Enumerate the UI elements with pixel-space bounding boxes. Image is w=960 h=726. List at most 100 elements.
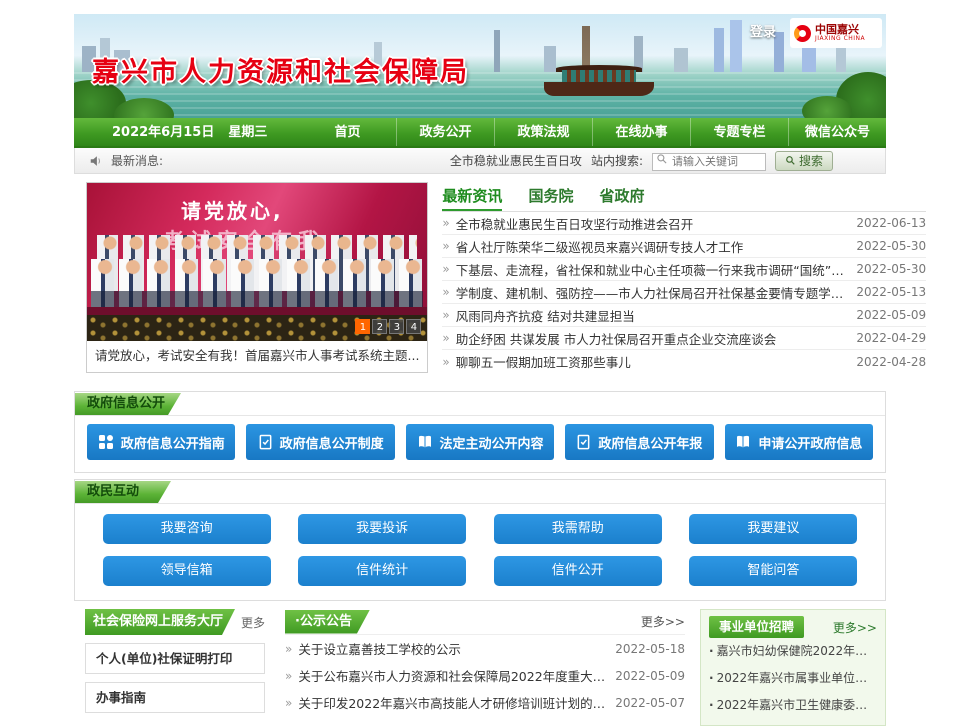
- site-banner: 嘉兴市人力资源和社会保障局 登录 中国嘉兴 JIAXING CHINA: [74, 14, 886, 118]
- main-navbar: 2022年6月15日星期三 首页 政务公开 政策法规 在线办事 专题专栏 微信公…: [74, 118, 886, 148]
- photo-slider[interactable]: 请党放心, 考试安全有我 1 2 3 4 请党放心，考试安全有我！首届嘉兴市人事…: [86, 182, 428, 373]
- recruitment-item[interactable]: 2022年嘉兴市属事业单位公开...: [709, 665, 877, 692]
- doc-check-icon: [576, 434, 591, 450]
- login-link[interactable]: 登录: [750, 21, 776, 40]
- search-button[interactable]: 搜索: [775, 151, 833, 171]
- more-link[interactable]: 更多>>: [641, 613, 685, 630]
- tab-provincial-gov[interactable]: 省政府: [599, 182, 644, 211]
- doc-check-icon: [258, 434, 273, 450]
- section-title-info-disclosure: 政府信息公开: [75, 393, 181, 415]
- btn-suggestion[interactable]: 我要建议: [689, 514, 857, 544]
- announcement-item[interactable]: » 关于设立嘉善技工学校的公示 2022-05-18: [285, 635, 685, 662]
- search-button-label: 搜索: [799, 152, 823, 169]
- double-arrow-icon: »: [442, 239, 449, 253]
- more-link[interactable]: 更多>>: [833, 619, 877, 636]
- btn-request-disclosure[interactable]: 申请公开政府信息: [725, 424, 873, 460]
- btn-leader-mailbox[interactable]: 领导信箱: [103, 556, 271, 586]
- double-arrow-icon: »: [442, 308, 449, 322]
- nav-item-home[interactable]: 首页: [299, 118, 396, 146]
- news-item[interactable]: » 聊聊五一假期加班工资那些事儿 2022-04-28: [442, 350, 926, 373]
- section-title-social-insurance: 社会保险网上服务大厅: [85, 609, 235, 635]
- double-arrow-icon: »: [442, 285, 449, 299]
- news-ticker-bar: 最新消息: 全市稳就业惠民生百日攻 站内搜索: 搜索: [74, 148, 886, 174]
- slider-page-4[interactable]: 4: [406, 319, 421, 334]
- section-title-recruitment: 事业单位招聘: [709, 616, 804, 638]
- page-container: 嘉兴市人力资源和社会保障局 登录 中国嘉兴 JIAXING CHINA 2022…: [74, 14, 886, 726]
- info-disclosure-section: 政府信息公开 政府信息公开指南 政府信息公开制度: [74, 391, 886, 473]
- search-icon: [785, 155, 796, 166]
- nav-item-online-services[interactable]: 在线办事: [592, 118, 690, 146]
- slide-photo: 请党放心, 考试安全有我 1 2 3 4: [87, 183, 427, 341]
- tree: [802, 96, 852, 118]
- announcement-item[interactable]: » 关于印发2022年嘉兴市高技能人才研修培训班计划的通知 2022-05-07: [285, 689, 685, 716]
- btn-letter-statistics[interactable]: 信件统计: [298, 556, 466, 586]
- ticker-label: 最新消息:: [111, 152, 163, 169]
- btn-consult[interactable]: 我要咨询: [103, 514, 271, 544]
- news-item[interactable]: » 省人社厅陈荣华二级巡视员来嘉兴调研专技人才工作 2022-05-30: [442, 235, 926, 258]
- double-arrow-icon: »: [285, 669, 292, 683]
- nav-item-policies[interactable]: 政策法规: [494, 118, 592, 146]
- tab-latest-news[interactable]: 最新资讯: [442, 182, 502, 211]
- nav-date: 2022年6月15日星期三: [74, 118, 299, 146]
- site-title: 嘉兴市人力资源和社会保障局: [92, 50, 469, 89]
- nav-item-wechat[interactable]: 微信公众号: [788, 118, 886, 146]
- search-icon: [656, 153, 668, 165]
- search-input[interactable]: [652, 153, 766, 171]
- weekday-text: 星期三: [228, 125, 267, 140]
- double-arrow-icon: »: [442, 262, 449, 276]
- red-boat: [544, 62, 654, 96]
- more-link[interactable]: 更多: [241, 614, 265, 631]
- announcements-section: ·公示公告 更多>> » 关于设立嘉善技工学校的公示 2022-05-18 » …: [285, 609, 685, 726]
- service-item-guide[interactable]: 办事指南: [85, 682, 265, 713]
- news-panel: 最新资讯 国务院 省政府 » 全市稳就业惠民生百日攻坚行动推进会召开 2022-…: [442, 182, 940, 373]
- announcement-item[interactable]: » 关于公布嘉兴市人力资源和社会保障局2022年度重大行政决策事... 2022…: [285, 662, 685, 689]
- slider-page-1[interactable]: 1: [355, 319, 370, 334]
- double-arrow-icon: »: [442, 216, 449, 230]
- news-item[interactable]: » 助企纾困 共谋发展 市人力社保局召开重点企业交流座谈会 2022-04-29: [442, 327, 926, 350]
- recruitment-section: 事业单位招聘 更多>> 嘉兴市妇幼保健院2022年公开... 2022年嘉兴市属…: [700, 609, 886, 726]
- btn-disclosure-system[interactable]: 政府信息公开制度: [246, 424, 394, 460]
- tab-state-council[interactable]: 国务院: [528, 182, 573, 211]
- slide-banner-text-1: 请党放心,: [181, 195, 284, 224]
- btn-letter-disclosure[interactable]: 信件公开: [494, 556, 662, 586]
- slider-page-3[interactable]: 3: [389, 319, 404, 334]
- news-item[interactable]: » 全市稳就业惠民生百日攻坚行动推进会召开 2022-06-13: [442, 212, 926, 235]
- date-text: 2022年6月15日: [112, 125, 214, 140]
- service-item-certificate-print[interactable]: 个人(单位)社保证明打印: [85, 643, 265, 674]
- site-search-label: 站内搜索:: [591, 152, 643, 169]
- btn-disclosure-guide[interactable]: 政府信息公开指南: [87, 424, 235, 460]
- slider-caption[interactable]: 请党放心，考试安全有我！首届嘉兴市人事考试系统主题...: [87, 341, 427, 371]
- grid-icon: [98, 434, 114, 450]
- double-arrow-icon: »: [285, 642, 292, 656]
- book-icon: [735, 434, 751, 450]
- section-title-interaction: 政民互动: [75, 481, 171, 503]
- slider-page-2[interactable]: 2: [372, 319, 387, 334]
- btn-annual-report[interactable]: 政府信息公开年报: [565, 424, 713, 460]
- news-item[interactable]: » 下基层、走流程，省社保和就业中心主任项薇一行来我市调研“国统”上线情况 20…: [442, 258, 926, 281]
- speaker-icon: [89, 154, 103, 168]
- nav-item-gov-affairs[interactable]: 政务公开: [396, 118, 494, 146]
- double-arrow-icon: »: [442, 331, 449, 345]
- news-tabs: 最新资讯 国务院 省政府: [442, 182, 926, 212]
- logo-text-en: JIAXING CHINA: [815, 36, 865, 42]
- logo-text-cn: 中国嘉兴: [815, 24, 865, 36]
- slider-pagination: 1 2 3 4: [355, 319, 421, 334]
- btn-need-help[interactable]: 我需帮助: [494, 514, 662, 544]
- section-title-announcements: ·公示公告: [285, 610, 370, 634]
- recruitment-item[interactable]: 2022年嘉兴市卫生健康委员会...: [709, 692, 877, 719]
- social-insurance-section: 社会保险网上服务大厅 更多 个人(单位)社保证明打印 办事指南: [85, 609, 265, 726]
- jiaxing-logo-icon: [794, 25, 811, 42]
- ticker-scroll-text[interactable]: 全市稳就业惠民生百日攻: [450, 152, 582, 169]
- book-icon: [417, 434, 433, 450]
- news-item[interactable]: » 风雨同舟齐抗疫 结对共建显担当 2022-05-09: [442, 304, 926, 327]
- btn-statutory-disclosure[interactable]: 法定主动公开内容: [406, 424, 554, 460]
- interaction-section: 政民互动 我要咨询 我要投诉 我需帮助 我要建议 领导信箱 信件统计 信件公开 …: [74, 479, 886, 601]
- jiaxing-logo[interactable]: 中国嘉兴 JIAXING CHINA: [790, 18, 882, 48]
- news-item[interactable]: » 学制度、建机制、强防控——市人力社保局召开社保基金要情专题学习会 2022-…: [442, 281, 926, 304]
- double-arrow-icon: »: [442, 355, 449, 369]
- nav-item-special-columns[interactable]: 专题专栏: [690, 118, 788, 146]
- btn-complaint[interactable]: 我要投诉: [298, 514, 466, 544]
- btn-smart-qa[interactable]: 智能问答: [689, 556, 857, 586]
- recruitment-item[interactable]: 嘉兴市妇幼保健院2022年公开...: [709, 638, 877, 665]
- double-arrow-icon: »: [285, 696, 292, 710]
